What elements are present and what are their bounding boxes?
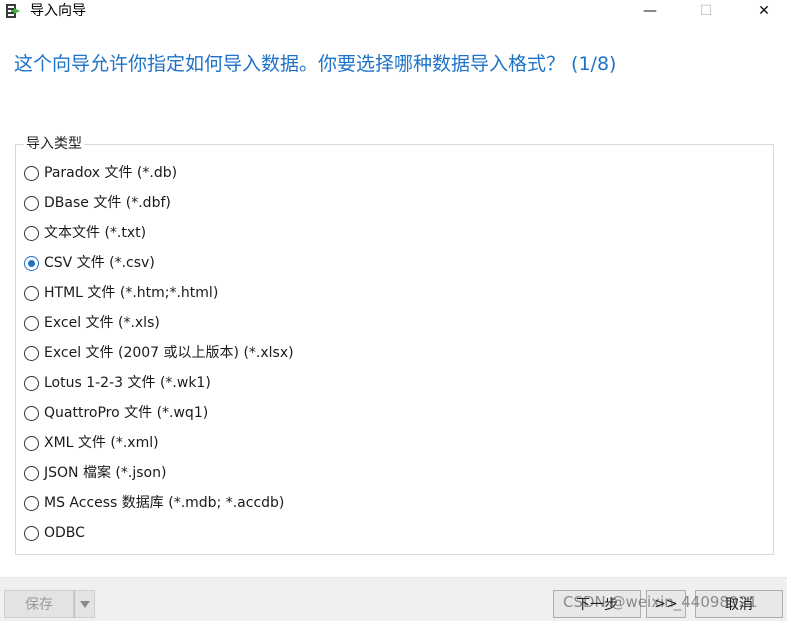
- import-type-option-label: Excel 文件 (2007 或以上版本) (*.xlsx): [44, 345, 294, 361]
- next-button-label: 下一步: [576, 597, 618, 613]
- radio-checked-icon[interactable]: [24, 255, 39, 271]
- import-type-option-label: Lotus 1-2-3 文件 (*.wk1): [44, 375, 211, 391]
- minimize-icon: —: [643, 3, 657, 19]
- import-type-option[interactable]: Lotus 1-2-3 文件 (*.wk1): [24, 372, 211, 394]
- cancel-button[interactable]: 取消: [695, 590, 783, 618]
- import-wizard-app-icon: [6, 4, 20, 18]
- import-type-option[interactable]: HTML 文件 (*.htm;*.html): [24, 282, 218, 304]
- import-type-option-label: CSV 文件 (*.csv): [44, 255, 155, 271]
- import-type-option-label: QuattroPro 文件 (*.wq1): [44, 405, 209, 421]
- import-type-option-label: MS Access 数据库 (*.mdb; *.accdb): [44, 495, 285, 511]
- radio-unchecked-icon[interactable]: [24, 345, 39, 361]
- import-type-option-label: 文本文件 (*.txt): [44, 225, 147, 241]
- radio-unchecked-icon[interactable]: [24, 375, 39, 391]
- import-type-option[interactable]: Excel 文件 (*.xls): [24, 312, 160, 334]
- radio-unchecked-icon[interactable]: [24, 405, 39, 421]
- import-type-option[interactable]: Paradox 文件 (*.db): [24, 162, 177, 184]
- import-type-option[interactable]: Excel 文件 (2007 或以上版本) (*.xlsx): [24, 342, 294, 364]
- maximize-button[interactable]: ☐: [683, 0, 729, 22]
- save-button[interactable]: 保存: [4, 590, 74, 618]
- save-dropdown-button[interactable]: [74, 590, 95, 618]
- radio-unchecked-icon[interactable]: [24, 495, 39, 511]
- import-type-option-label: ODBC: [44, 525, 85, 541]
- import-type-option-label: JSON 檔案 (*.json): [44, 465, 167, 481]
- import-type-option-label: HTML 文件 (*.htm;*.html): [44, 285, 219, 301]
- radio-unchecked-icon[interactable]: [24, 465, 39, 481]
- save-button-label: 保存: [25, 597, 53, 613]
- close-button[interactable]: ✕: [741, 0, 787, 22]
- import-type-option-label: XML 文件 (*.xml): [44, 435, 159, 451]
- import-type-option[interactable]: MS Access 数据库 (*.mdb; *.accdb): [24, 492, 284, 514]
- radio-unchecked-icon[interactable]: [24, 315, 39, 331]
- footer-bar: 保存 下一步 >> 取消: [0, 577, 787, 621]
- import-type-option[interactable]: QuattroPro 文件 (*.wq1): [24, 402, 208, 424]
- import-type-option[interactable]: CSV 文件 (*.csv): [24, 252, 155, 274]
- import-type-option-label: Paradox 文件 (*.db): [44, 165, 178, 181]
- wizard-question: 这个向导允许你指定如何导入数据。你要选择哪种数据导入格式？ (1/8): [14, 53, 617, 75]
- close-icon: ✕: [758, 3, 770, 19]
- radio-unchecked-icon[interactable]: [24, 285, 39, 301]
- import-type-option[interactable]: ODBC: [24, 522, 85, 544]
- title-bar[interactable]: 导入向导 — ☐ ✕: [0, 0, 787, 22]
- radio-unchecked-icon[interactable]: [24, 225, 39, 241]
- skip-to-end-button[interactable]: >>: [646, 590, 686, 618]
- import-wizard-window: 导入向导 — ☐ ✕ 这个向导允许你指定如何导入数据。你要选择哪种数据导入格式？…: [0, 0, 787, 621]
- import-type-option-label: DBase 文件 (*.dbf): [44, 195, 171, 211]
- minimize-button[interactable]: —: [627, 0, 673, 22]
- import-type-option[interactable]: DBase 文件 (*.dbf): [24, 192, 171, 214]
- radio-unchecked-icon[interactable]: [24, 195, 39, 211]
- import-type-option[interactable]: JSON 檔案 (*.json): [24, 462, 166, 484]
- window-title: 导入向导: [30, 3, 86, 19]
- import-type-option-label: Excel 文件 (*.xls): [44, 315, 160, 331]
- radio-unchecked-icon[interactable]: [24, 525, 39, 541]
- skip-button-label: >>: [654, 596, 678, 612]
- radio-unchecked-icon[interactable]: [24, 165, 39, 181]
- import-type-label: 导入类型: [24, 134, 84, 154]
- maximize-icon: ☐: [699, 3, 713, 19]
- chevron-down-icon: [79, 600, 90, 608]
- next-button[interactable]: 下一步: [553, 590, 641, 618]
- radio-unchecked-icon[interactable]: [24, 435, 39, 451]
- import-type-option[interactable]: XML 文件 (*.xml): [24, 432, 159, 454]
- import-type-option[interactable]: 文本文件 (*.txt): [24, 222, 146, 244]
- cancel-button-label: 取消: [725, 597, 753, 613]
